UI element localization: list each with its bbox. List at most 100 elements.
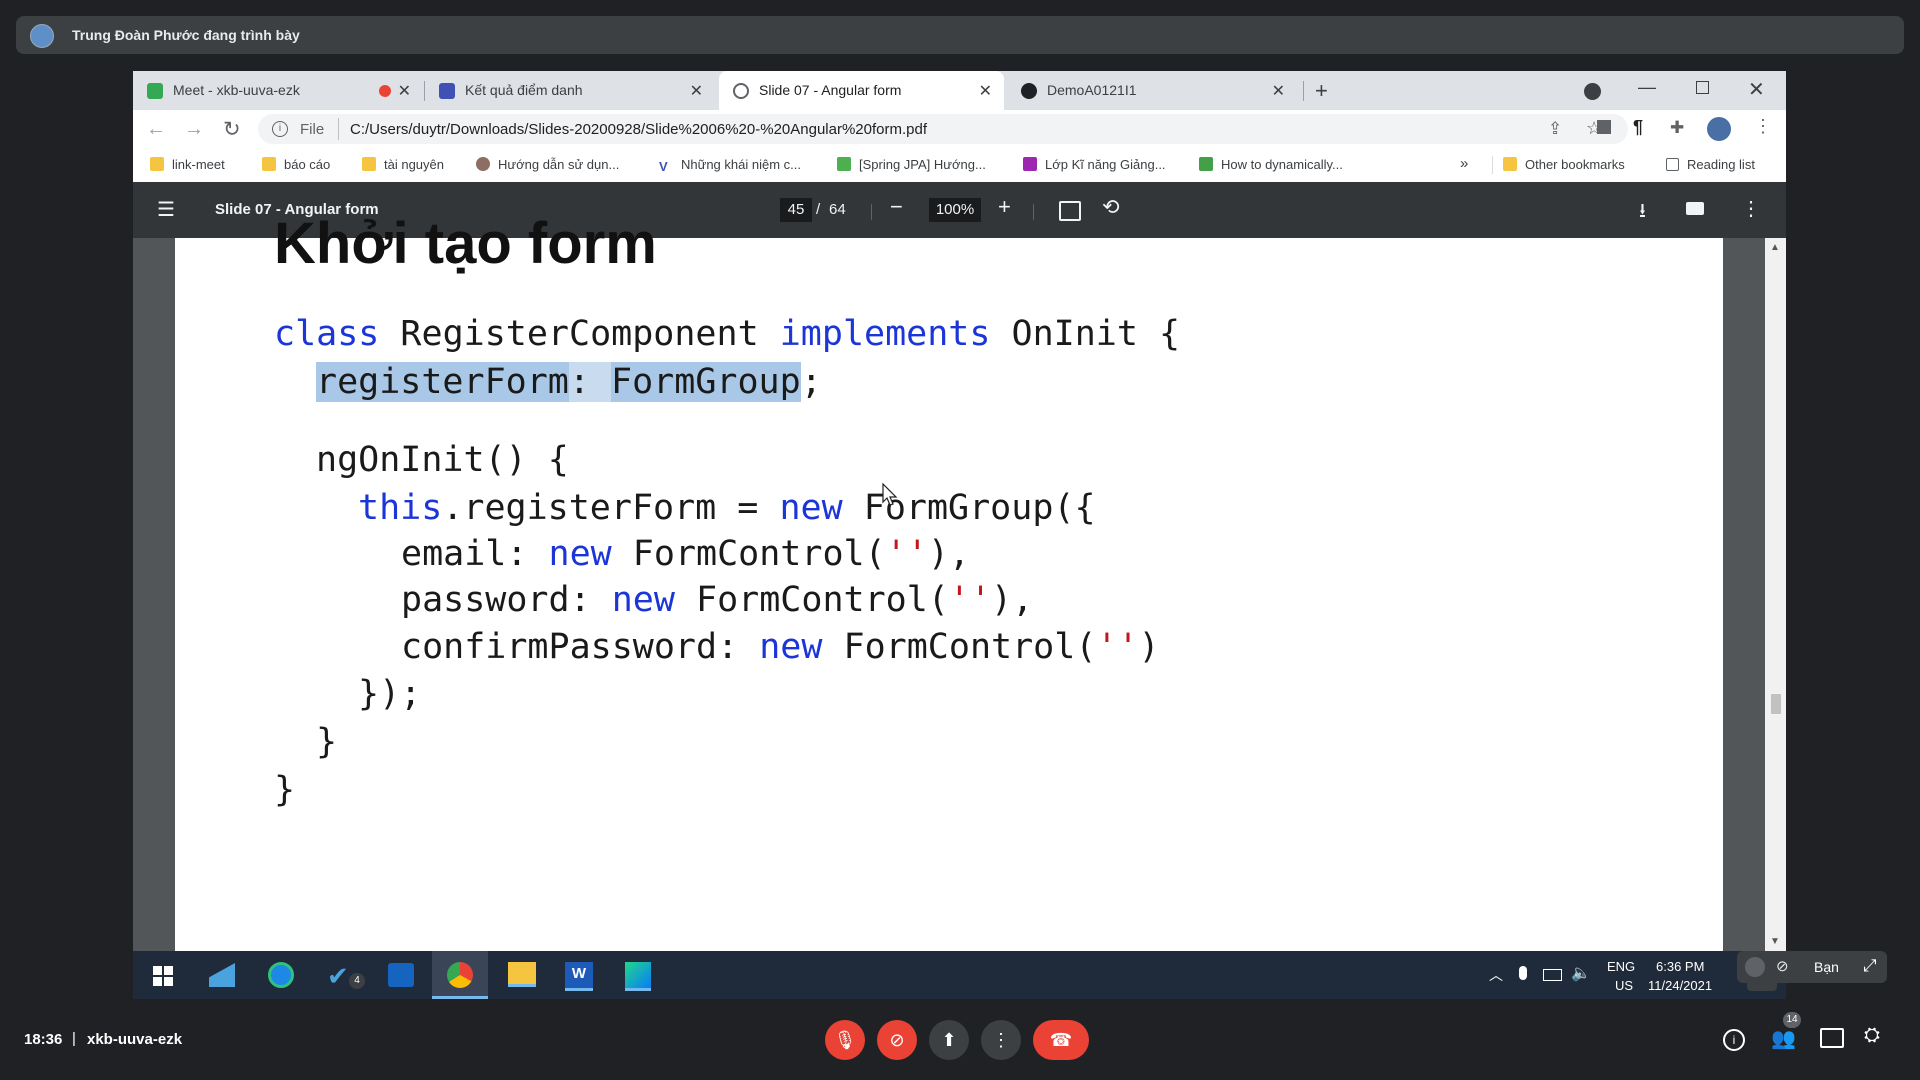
toolbar-divider: [871, 204, 872, 220]
code-line-8: });: [358, 674, 422, 714]
tab-demo[interactable]: DemoA0121I1 ✕: [1007, 71, 1297, 110]
code-keyword: new: [548, 534, 612, 574]
bookmark-tai-nguyen[interactable]: tài nguyên: [362, 157, 444, 172]
code-text: .registerForm =: [442, 488, 780, 528]
camera-off-button[interactable]: ⊘: [877, 1020, 917, 1060]
bookmark-label: báo cáo: [284, 157, 331, 172]
fit-page-icon[interactable]: [1059, 201, 1081, 221]
language-us[interactable]: US: [1615, 978, 1633, 993]
sidebar-menu-icon[interactable]: ☰: [157, 197, 175, 222]
code-line-6: password: new FormControl(''),: [401, 580, 1033, 620]
activities-icon[interactable]: ⛭: [1864, 1024, 1880, 1047]
zoom-in-icon[interactable]: +: [998, 194, 1011, 220]
scrollbar-thumb[interactable]: [1771, 694, 1781, 714]
zoom-out-icon[interactable]: −: [890, 194, 903, 220]
browser-menu-icon[interactable]: ⋮: [1754, 116, 1772, 137]
bookmark-nhung-khai-niem[interactable]: V Những khái niệm c...: [659, 157, 801, 174]
reload-icon[interactable]: ↻: [223, 117, 241, 142]
close-window-icon[interactable]: ✕: [1748, 77, 1765, 102]
mic-off-button[interactable]: 🎙: [825, 1020, 865, 1060]
close-tab-icon[interactable]: ✕: [979, 81, 992, 101]
close-tab-icon[interactable]: ✕: [1272, 81, 1285, 101]
code-selected-text: FormGroup: [611, 362, 801, 402]
bookmarks-bar: link-meet báo cáo tài nguyên Hướng dẫn s…: [133, 148, 1786, 183]
forward-icon[interactable]: →: [184, 118, 204, 141]
language-eng[interactable]: ENG: [1607, 959, 1635, 974]
bookmark-bao-cao[interactable]: báo cáo: [262, 157, 330, 172]
meet-favicon-icon: [147, 83, 163, 99]
reading-list[interactable]: Reading list: [1666, 157, 1755, 172]
code-line-1: class RegisterComponent implements OnIni…: [274, 314, 1180, 354]
profile-avatar-icon[interactable]: [1707, 117, 1731, 141]
meeting-details-icon[interactable]: i: [1723, 1029, 1745, 1051]
file-explorer-icon[interactable]: [508, 962, 536, 987]
code-text: password:: [401, 580, 612, 620]
present-button[interactable]: ⬆: [929, 1020, 969, 1060]
self-view-tile[interactable]: ⊘ Bạn ⤢: [1737, 951, 1887, 983]
pdf-scrollbar[interactable]: ▲ ▼: [1765, 238, 1786, 951]
download-icon[interactable]: ⭳: [1639, 196, 1646, 230]
bookmark-how-to[interactable]: How to dynamically...: [1199, 157, 1343, 172]
rotate-icon[interactable]: ⟲: [1102, 195, 1120, 220]
share-icon[interactable]: ⇪: [1548, 119, 1562, 139]
scroll-down-icon[interactable]: ▼: [1770, 936, 1780, 947]
close-tab-icon[interactable]: ✕: [398, 81, 411, 101]
azure-data-studio-icon[interactable]: [209, 963, 235, 987]
info-icon[interactable]: i: [272, 121, 288, 137]
tab-attendance[interactable]: Kết quả điểm danh ✕: [425, 71, 715, 110]
more-bookmarks-icon[interactable]: »: [1460, 155, 1468, 172]
microphone-tray-icon[interactable]: [1519, 966, 1527, 980]
webstorm-icon[interactable]: [625, 962, 651, 991]
bookmark-huong-dan[interactable]: Hướng dẫn sử dụn...: [476, 157, 619, 172]
scheme-divider: [338, 118, 339, 140]
back-icon[interactable]: ←: [146, 118, 166, 141]
bookmark-lop-ki-nang[interactable]: Lớp Kĩ năng Giảng...: [1023, 157, 1166, 172]
more-actions-icon[interactable]: ⋮: [1741, 196, 1761, 221]
new-tab-icon[interactable]: +: [1315, 78, 1328, 104]
tab-search-icon[interactable]: [1584, 83, 1601, 100]
chrome-taskbar-button[interactable]: [432, 951, 488, 999]
code-line-4: this.registerForm = new FormGroup({: [358, 488, 1096, 528]
people-icon[interactable]: 👥: [1771, 1026, 1796, 1051]
windows-start-icon[interactable]: [153, 966, 173, 986]
puzzle-extensions-icon[interactable]: ✚: [1670, 118, 1684, 138]
chat-icon[interactable]: [1820, 1028, 1844, 1048]
pdf-page: Khởi tạo form class RegisterComponent im…: [175, 211, 1723, 951]
zoom-input[interactable]: 100%: [929, 198, 981, 222]
outlook-icon[interactable]: [388, 963, 414, 987]
code-keyword: new: [779, 488, 843, 528]
tab-label: Slide 07 - Angular form: [759, 82, 902, 98]
tab-meet[interactable]: Meet - xkb-uuva-ezk ✕: [133, 71, 423, 110]
site-favicon-icon: [837, 157, 851, 171]
url-scheme: File: [300, 121, 325, 138]
bookmark-link-meet[interactable]: link-meet: [150, 157, 225, 172]
print-icon[interactable]: [1686, 202, 1704, 215]
pilcrow-extension-icon[interactable]: ¶: [1633, 117, 1643, 138]
battery-icon[interactable]: [1543, 969, 1562, 981]
expand-icon[interactable]: ⤢: [1863, 956, 1877, 976]
code-selected-text: :: [568, 362, 612, 402]
restore-icon[interactable]: [1696, 81, 1709, 94]
close-tab-icon[interactable]: ✕: [690, 81, 703, 101]
site-favicon-icon: [476, 157, 490, 171]
todo-check-icon[interactable]: ✔: [327, 961, 349, 992]
tray-time[interactable]: 6:36 PM: [1656, 959, 1704, 974]
leave-call-button[interactable]: ☎: [1033, 1020, 1089, 1060]
edge-icon[interactable]: [268, 962, 294, 988]
more-options-button[interactable]: ⋮: [981, 1020, 1021, 1060]
bookmark-label: How to dynamically...: [1221, 157, 1343, 172]
scroll-up-icon[interactable]: ▲: [1770, 242, 1780, 253]
tray-date[interactable]: 11/24/2021: [1648, 978, 1712, 993]
tray-chevron-icon[interactable]: ︿: [1489, 965, 1503, 985]
minimize-icon[interactable]: —: [1638, 77, 1656, 98]
word-icon[interactable]: W: [565, 962, 593, 991]
page-number-input[interactable]: 45: [780, 198, 812, 222]
bookmark-other[interactable]: Other bookmarks: [1503, 157, 1625, 172]
omnibox[interactable]: i File C:/Users/duytr/Downloads/Slides-2…: [258, 114, 1628, 144]
volume-icon[interactable]: 🔈: [1571, 963, 1591, 983]
tab-slide-pdf[interactable]: Slide 07 - Angular form ✕: [719, 71, 1004, 110]
self-label: Bạn: [1814, 959, 1839, 975]
extension-icon[interactable]: [1597, 120, 1611, 134]
chrome-icon: [447, 962, 473, 988]
bookmark-spring-jpa[interactable]: [Spring JPA] Hướng...: [837, 157, 986, 172]
